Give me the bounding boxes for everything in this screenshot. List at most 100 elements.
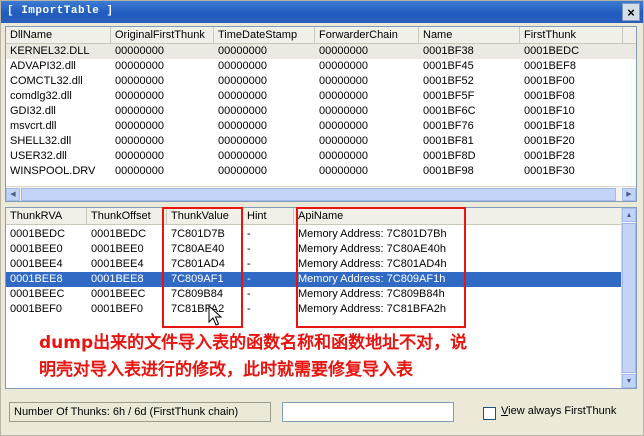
table-cell: 0001BF00 xyxy=(524,75,575,87)
table-cell: SHELL32.dll xyxy=(10,135,72,147)
table-cell: WINSPOOL.DRV xyxy=(10,165,96,177)
table-cell: 0001BEE4 xyxy=(91,258,144,270)
table-cell: 00000000 xyxy=(218,120,267,132)
window-title: [ ImportTable ] xyxy=(7,5,114,17)
table-cell: 0001BF30 xyxy=(524,165,575,177)
scroll-left-icon[interactable]: ◀ xyxy=(6,188,20,201)
view-always-firstthunk-label[interactable]: View always FirstThunk xyxy=(501,405,616,417)
table-cell: 0001BEE0 xyxy=(91,243,144,255)
title-bar[interactable]: [ ImportTable ] × xyxy=(1,1,643,23)
table-row[interactable]: ADVAPI32.dll 00000000 00000000 00000000 0001… xyxy=(6,59,636,74)
table-cell: 0001BF28 xyxy=(524,150,575,162)
table-cell: 00000000 xyxy=(218,45,267,57)
table-cell: - xyxy=(247,273,251,285)
table-cell: 00000000 xyxy=(218,150,267,162)
table-row[interactable]: SHELL32.dll 00000000 00000000 00000000 0001B… xyxy=(6,134,636,149)
table-cell: 00000000 xyxy=(115,45,164,57)
table-cell: 00000000 xyxy=(115,75,164,87)
table-cell: 0001BF52 xyxy=(423,75,474,87)
scroll-right-icon[interactable]: ▶ xyxy=(622,188,636,201)
col-name[interactable]: Name xyxy=(419,27,520,44)
dll-list-header: DllName OriginalFirstThunk TimeDateStamp… xyxy=(6,27,636,44)
dll-list-hscrollbar[interactable]: ◀ ▶ xyxy=(6,186,636,201)
hscroll-thumb[interactable] xyxy=(21,188,616,201)
table-cell: 0001BEDC xyxy=(524,45,580,57)
table-cell: USER32.dll xyxy=(10,150,67,162)
table-cell: - xyxy=(247,258,251,270)
table-cell: 0001BEE8 xyxy=(91,273,144,285)
table-row[interactable]: COMCTL32.dll 00000000 00000000 00000000 0001… xyxy=(6,74,636,89)
table-row[interactable]: GDI32.dll 00000000 00000000 00000000 0001BF6… xyxy=(6,104,636,119)
table-cell: 00000000 xyxy=(218,135,267,147)
table-cell: 0001BF45 xyxy=(423,60,474,72)
thunk-value-highlight xyxy=(162,207,243,328)
annotation-line-2: 明壳对导入表进行的修改，此时就需要修复导入表 xyxy=(39,360,413,380)
table-cell: 0001BEF8 xyxy=(524,60,576,72)
dll-list[interactable]: DllName OriginalFirstThunk TimeDateStamp… xyxy=(5,26,637,202)
table-cell: 00000000 xyxy=(319,60,368,72)
table-cell: - xyxy=(247,288,251,300)
table-cell: 00000000 xyxy=(218,165,267,177)
table-cell: 00000000 xyxy=(319,105,368,117)
table-row[interactable]: USER32.dll 00000000 00000000 00000000 0001BF… xyxy=(6,149,636,164)
scroll-up-icon[interactable]: ▲ xyxy=(622,208,636,222)
table-cell: 0001BEE8 xyxy=(10,273,63,285)
col-thunk-offset[interactable]: ThunkOffset xyxy=(87,208,167,225)
table-cell: 0001BF18 xyxy=(524,120,575,132)
table-cell: - xyxy=(247,243,251,255)
col-hint[interactable]: Hint xyxy=(243,208,294,225)
table-row[interactable]: WINSPOOL.DRV 00000000 00000000 00000000 0001… xyxy=(6,164,636,179)
search-input[interactable] xyxy=(282,402,454,422)
table-cell: 00000000 xyxy=(319,75,368,87)
table-cell: 00000000 xyxy=(115,90,164,102)
vscroll-thumb[interactable] xyxy=(622,223,636,373)
scroll-down-icon[interactable]: ▼ xyxy=(622,374,636,388)
table-cell: 00000000 xyxy=(218,90,267,102)
table-cell: 0001BF81 xyxy=(423,135,474,147)
table-cell: 0001BF8D xyxy=(423,150,476,162)
col-time-date-stamp[interactable]: TimeDateStamp xyxy=(214,27,315,44)
table-cell: 0001BEE4 xyxy=(10,258,63,270)
import-table-window: [ ImportTable ] × DllName OriginalFirstT… xyxy=(0,0,644,436)
table-cell: 0001BEEC xyxy=(91,288,146,300)
annotation-line-1: dump出来的文件导入表的函数名称和函数地址不对，说 xyxy=(39,333,468,353)
table-cell: 00000000 xyxy=(319,45,368,57)
table-cell: - xyxy=(247,303,251,315)
col-first-thunk[interactable]: FirstThunk xyxy=(520,27,623,44)
thunk-count-status: Number Of Thunks: 6h / 6d (FirstThunk ch… xyxy=(9,402,271,422)
table-cell: 0001BF5F xyxy=(423,90,475,102)
table-cell: 0001BEE0 xyxy=(10,243,63,255)
table-row[interactable]: KERNEL32.DLL 00000000 00000000 00000000 0001… xyxy=(6,44,636,59)
col-forwarder-chain[interactable]: ForwarderChain xyxy=(315,27,419,44)
table-cell: 0001BF98 xyxy=(423,165,474,177)
table-cell: 0001BF76 xyxy=(423,120,474,132)
table-cell: 0001BF10 xyxy=(524,105,575,117)
view-always-firstthunk-checkbox[interactable] xyxy=(483,407,496,420)
col-original-first-thunk[interactable]: OriginalFirstThunk xyxy=(111,27,214,44)
table-cell: 0001BEEC xyxy=(10,288,65,300)
table-cell: 0001BEF0 xyxy=(10,303,62,315)
table-cell: KERNEL32.DLL xyxy=(10,45,90,57)
thunk-list-vscrollbar[interactable]: ▲ ▼ xyxy=(621,208,636,388)
table-cell: GDI32.dll xyxy=(10,105,56,117)
table-cell: 00000000 xyxy=(115,150,164,162)
table-row[interactable]: comdlg32.dll 00000000 00000000 00000000 0001… xyxy=(6,89,636,104)
table-cell: 0001BF20 xyxy=(524,135,575,147)
table-cell: 0001BEDC xyxy=(91,228,147,240)
mouse-cursor-icon xyxy=(208,305,223,326)
col-thunk-rva[interactable]: ThunkRVA xyxy=(6,208,87,225)
table-cell: 00000000 xyxy=(218,60,267,72)
col-dllname[interactable]: DllName xyxy=(6,27,111,44)
table-cell: msvcrt.dll xyxy=(10,120,57,132)
table-cell: 0001BEDC xyxy=(10,228,66,240)
api-name-highlight xyxy=(296,207,466,328)
table-cell: 00000000 xyxy=(115,120,164,132)
table-cell: 0001BEF0 xyxy=(91,303,143,315)
table-row[interactable]: msvcrt.dll 00000000 00000000 00000000 0001BF… xyxy=(6,119,636,134)
table-cell: 00000000 xyxy=(319,150,368,162)
table-cell: - xyxy=(247,228,251,240)
table-cell: 00000000 xyxy=(319,165,368,177)
table-cell: 00000000 xyxy=(319,120,368,132)
table-cell: comdlg32.dll xyxy=(10,90,72,102)
close-button[interactable]: × xyxy=(622,3,640,21)
